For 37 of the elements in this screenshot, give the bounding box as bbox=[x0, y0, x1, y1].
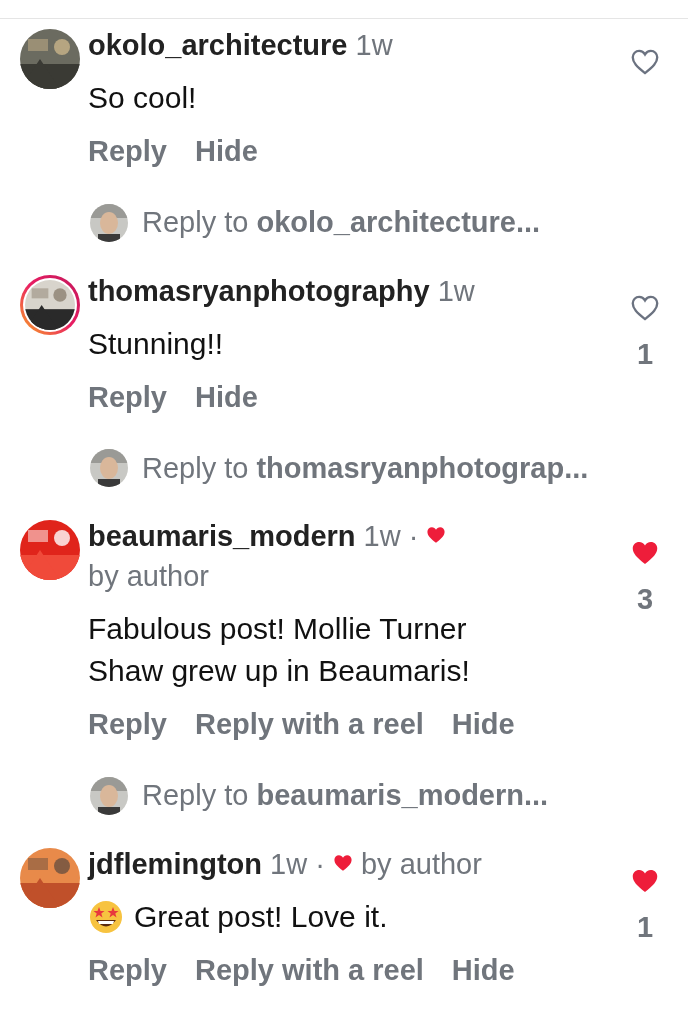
action-link[interactable]: Reply bbox=[88, 378, 167, 415]
comment-time: 1w bbox=[355, 29, 393, 61]
reply-prompt[interactable]: Reply to beaumaris_modern... bbox=[142, 774, 549, 818]
action-link[interactable]: Reply with a reel bbox=[195, 951, 424, 988]
heart-icon[interactable] bbox=[631, 294, 659, 321]
reply-prompt[interactable]: Reply to thomasryanphotograp... bbox=[142, 446, 589, 490]
username[interactable]: okolo_architecture bbox=[88, 29, 348, 61]
comment-text: So cool! bbox=[88, 80, 197, 116]
comment-text: Fabulous post! Mollie Turner Shaw grew up in Beaumaris! bbox=[88, 611, 471, 689]
author-label: by author bbox=[360, 847, 482, 880]
action-link[interactable]: Reply bbox=[88, 133, 167, 169]
action-link[interactable]: Hide bbox=[451, 706, 515, 742]
action-link[interactable]: Hide bbox=[195, 378, 258, 415]
action-link[interactable]: Reply bbox=[88, 706, 167, 742]
heart-icon bbox=[332, 853, 353, 872]
like-count: 1 bbox=[636, 909, 654, 945]
username[interactable]: beaumaris_modern bbox=[88, 520, 356, 552]
action-link[interactable]: Hide bbox=[195, 133, 258, 169]
author-label: by author bbox=[88, 560, 209, 592]
comment-text: Great post! Love it. bbox=[134, 898, 388, 935]
username[interactable]: jdflemington bbox=[88, 847, 262, 880]
comment-text: Stunning!! bbox=[88, 325, 224, 362]
comment-time: 1w bbox=[437, 274, 475, 307]
username[interactable]: thomasryanphotography bbox=[88, 274, 430, 307]
emoji-icon bbox=[88, 898, 124, 935]
like-count: 1 bbox=[636, 336, 654, 372]
action-link[interactable]: Hide bbox=[451, 951, 515, 988]
heart-icon bbox=[426, 526, 447, 544]
like-count: 3 bbox=[636, 582, 654, 617]
comment-time: 1w · bbox=[363, 520, 419, 552]
heart-icon[interactable] bbox=[631, 867, 659, 894]
action-link[interactable]: Reply with a reel bbox=[195, 706, 424, 742]
heart-icon[interactable] bbox=[631, 540, 659, 566]
heart-icon[interactable] bbox=[631, 49, 659, 75]
reply-prompt[interactable]: Reply to okolo_architecture... bbox=[142, 201, 541, 245]
action-link[interactable]: Reply bbox=[88, 951, 167, 988]
comment-time: 1w · bbox=[270, 847, 325, 880]
